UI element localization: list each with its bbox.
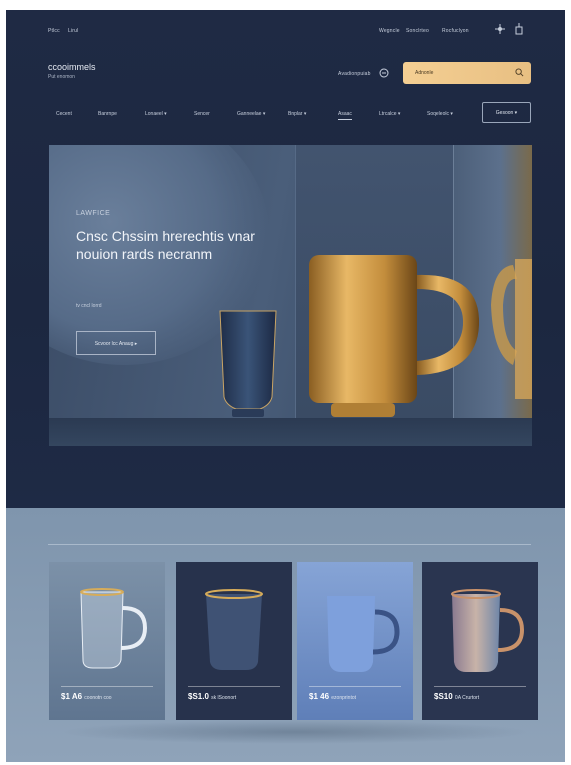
nav-item-2[interactable]: Banrnpe	[98, 111, 117, 117]
hero-subtext: tv cncl lorrd	[76, 303, 102, 309]
glass-mug-icon	[80, 588, 148, 669]
product-price-2: $S1.0 sk lSoonort	[188, 692, 237, 701]
nav-dropdown-button[interactable]: Gesoon ▾	[482, 102, 531, 123]
gold-mug-image	[309, 255, 480, 417]
nav-item-8[interactable]: Ltrcalce ▾	[379, 111, 400, 117]
search-icon[interactable]	[515, 68, 524, 77]
product-card-2[interactable]: $S1.0 sk lSoonort	[176, 562, 292, 720]
hero-cta-button[interactable]: Scvoor lcc Anaug ▸	[76, 331, 156, 355]
hero-cta-label: Scvoor lcc Anaug ▸	[94, 341, 138, 347]
product-price-1: $1 A6 coonotn coo	[61, 692, 112, 701]
nav-item-4[interactable]: Sencer	[194, 111, 210, 117]
search-placeholder: Adnonle	[415, 70, 434, 76]
header-section: Ptlcc Lirul Wegncle Sonclrteo Rocfuclyon…	[6, 10, 565, 508]
nav-button-label: Gesoon ▾	[495, 110, 518, 116]
tumbler-icon	[205, 589, 263, 670]
card-divider	[61, 686, 153, 687]
brand-tagline: Put enomon	[48, 74, 75, 80]
nav-item-9[interactable]: Soqeleolc ▾	[427, 111, 453, 117]
utility-link-2[interactable]: Lirul	[68, 28, 78, 34]
search-field[interactable]: Adnonle	[403, 62, 531, 84]
account-label[interactable]: Avadionpuiab	[338, 71, 371, 77]
product-price-4: $S10 0A Crurtort	[434, 692, 480, 701]
card-divider	[309, 686, 401, 687]
cards-shadow	[60, 720, 530, 744]
bag-icon[interactable]	[515, 23, 523, 35]
user-icon[interactable]	[379, 68, 389, 78]
nav-item-3[interactable]: Lonaeel ▾	[145, 111, 167, 117]
product-card-4[interactable]: $S10 0A Crurtort	[422, 562, 538, 720]
product-card-3[interactable]: $1 46 ezonprintot	[297, 562, 413, 720]
nav-item-1[interactable]: Cecent	[56, 111, 72, 117]
top-link-3[interactable]: Rocfuclyon	[442, 28, 469, 34]
blue-tumbler-image	[219, 310, 277, 417]
product-price-3: $1 46 ezonprintot	[309, 692, 357, 701]
blue-mug-icon	[327, 596, 400, 672]
section-divider	[48, 544, 531, 545]
nav-item-6[interactable]: Bnplar ▾	[288, 111, 306, 117]
card-divider	[188, 686, 280, 687]
gold-mug-reflection	[491, 259, 532, 399]
nav-item-5[interactable]: Ganneelae ▾	[237, 111, 265, 117]
hero-banner: LAWFICE Cnsc Chssim hrerechtis vnar noui…	[49, 145, 532, 446]
brand-logo[interactable]: ccooimmels	[48, 62, 96, 72]
top-link-1[interactable]: Wegncle	[379, 28, 400, 34]
utility-link-1[interactable]: Ptlcc	[48, 28, 60, 34]
copper-mug-icon	[451, 589, 525, 672]
compass-icon[interactable]	[495, 24, 505, 34]
nav-item-active[interactable]: Asaac	[338, 111, 352, 120]
product-card-1[interactable]: $1 A6 coonotn coo	[49, 562, 165, 720]
top-link-2[interactable]: Sonclrteo	[406, 28, 429, 34]
hero-eyebrow: LAWFICE	[76, 210, 111, 217]
page: Ptlcc Lirul Wegncle Sonclrteo Rocfuclyon…	[6, 10, 565, 762]
card-divider	[434, 686, 526, 687]
hero-headline: Cnsc Chssim hrerechtis vnar nouion rards…	[76, 228, 255, 262]
